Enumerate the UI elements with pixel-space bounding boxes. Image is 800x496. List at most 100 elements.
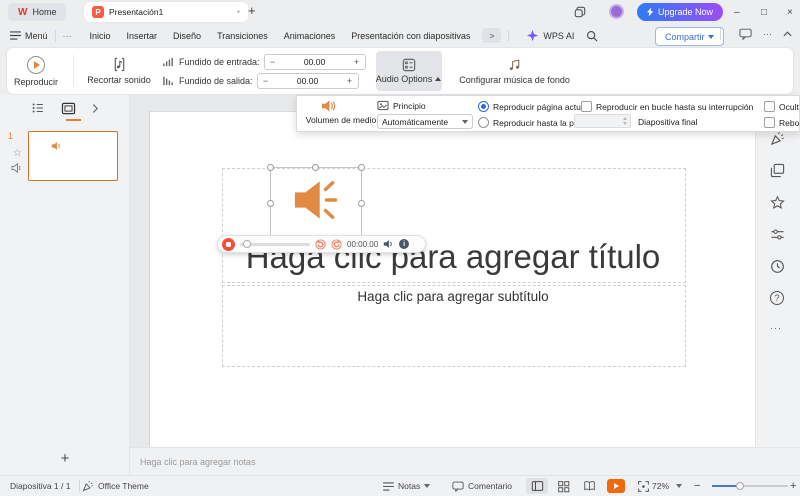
checkbox-icon[interactable]	[581, 101, 592, 112]
tab-animaciones[interactable]: Animaciones	[284, 31, 336, 41]
help-icon[interactable]: ?	[770, 291, 784, 305]
audio-object-icon[interactable]	[291, 179, 337, 221]
player-play-button[interactable]	[222, 238, 235, 251]
checkbox-icon[interactable]	[764, 101, 775, 112]
fade-out-stepper[interactable]: − 00.00 +	[257, 73, 359, 89]
resize-handle[interactable]	[267, 200, 274, 207]
right-sidebar: ? ···	[755, 95, 800, 475]
checkbox-icon[interactable]	[764, 117, 775, 128]
zoom-slider-handle[interactable]	[736, 482, 744, 490]
fade-out-label: Fundido de salida:	[179, 76, 253, 86]
radio-icon[interactable]	[478, 117, 489, 128]
statusbar: Diapositiva 1 / 1 Office Theme Notas Com…	[0, 475, 800, 496]
skip-back-button[interactable]	[315, 239, 326, 250]
fit-slide-button[interactable]	[632, 478, 654, 494]
close-button[interactable]: ×	[787, 0, 793, 24]
slide-audio-indicator-icon	[11, 163, 23, 173]
tab-transiciones[interactable]: Transiciones	[217, 31, 268, 41]
rewind-option[interactable]: Rebobinar	[764, 117, 800, 128]
reading-view-button[interactable]	[578, 478, 600, 494]
zoom-level-button[interactable]: 72%	[652, 476, 682, 496]
theme-button[interactable]: Office Theme	[82, 476, 149, 496]
whats-new-icon[interactable]	[770, 131, 785, 146]
more-icon[interactable]: ···	[770, 323, 782, 333]
notes-toggle-button[interactable]: Notas	[383, 476, 430, 496]
play-until-page-input[interactable]	[574, 114, 631, 128]
skip-forward-button[interactable]	[331, 239, 342, 250]
slideshow-play-button[interactable]	[607, 479, 625, 493]
subtitle-placeholder-text[interactable]: Haga clic para agregar subtítulo	[222, 289, 684, 304]
slide[interactable]: Haga clic para agregar título Haga clic …	[150, 112, 755, 447]
slide-number: 1	[8, 131, 13, 141]
toolbar-more-button[interactable]: ···	[763, 29, 772, 39]
fade-out-increase-button[interactable]: +	[342, 76, 358, 86]
outline-view-icon[interactable]	[31, 101, 45, 115]
radio-selected-icon[interactable]	[478, 101, 489, 112]
settings-sliders-icon[interactable]	[770, 227, 785, 242]
document-tab[interactable]: P Presentación1 ●	[84, 2, 248, 22]
comment-button[interactable]: Comentario	[452, 476, 512, 496]
spinner-up-icon[interactable]	[623, 117, 627, 120]
search-button[interactable]	[586, 30, 598, 42]
player-info-button[interactable]: i	[399, 239, 409, 249]
fade-in-decrease-button[interactable]: −	[265, 57, 281, 67]
fade-out-value[interactable]: 00.00	[274, 76, 342, 86]
comment-icon[interactable]	[739, 28, 752, 40]
maximize-button[interactable]: □	[761, 0, 767, 24]
fade-in-increase-button[interactable]: +	[349, 57, 365, 67]
resize-handle[interactable]	[312, 164, 319, 171]
user-avatar[interactable]	[609, 4, 624, 19]
start-mode-select[interactable]: Automáticamente	[377, 114, 473, 129]
resize-handle[interactable]	[267, 164, 274, 171]
slide-star-icon[interactable]: ☆	[13, 148, 22, 159]
resize-handle[interactable]	[358, 164, 365, 171]
minimize-button[interactable]: –	[734, 0, 740, 24]
home-tab[interactable]: W Home	[8, 3, 66, 21]
loop-option[interactable]: Reproducir en bucle hasta su interrupció…	[581, 101, 753, 112]
fade-out-decrease-button[interactable]: −	[258, 76, 274, 86]
background-music-button[interactable]: Configurar música de fondo	[456, 58, 574, 85]
slide-view-icon[interactable]	[61, 102, 76, 115]
notes-bar[interactable]: Haga clic para agregar notas	[130, 447, 800, 475]
tab-overflow-button[interactable]: >	[482, 28, 501, 43]
seek-handle[interactable]	[243, 240, 251, 248]
zoom-in-button[interactable]: +	[790, 476, 796, 496]
zoom-slider-fill	[712, 485, 739, 487]
player-volume-icon[interactable]	[383, 239, 394, 249]
favorites-star-icon[interactable]	[770, 195, 785, 210]
tab-switcher-icon[interactable]	[574, 6, 586, 18]
audio-options-button[interactable]: Audio Options	[376, 51, 442, 91]
resize-handle[interactable]	[358, 200, 365, 207]
history-clock-icon[interactable]	[770, 259, 785, 274]
slide-library-icon[interactable]	[770, 163, 785, 178]
search-icon	[586, 30, 598, 42]
upgrade-now-button[interactable]: Upgrade Now	[637, 3, 723, 21]
zoom-slider[interactable]	[712, 476, 788, 496]
fade-in-stepper[interactable]: − 00.00 +	[264, 54, 366, 70]
tab-presentacion-con-diapositivas[interactable]: Presentación con diapositivas	[351, 31, 470, 41]
tab-diseno[interactable]: Diseño	[173, 31, 201, 41]
document-title: Presentación1	[109, 7, 232, 17]
add-slide-button[interactable]: +	[0, 450, 130, 467]
audio-options-panel: Volumen de medio Principio Automáticamen…	[296, 95, 800, 132]
main-menu-button[interactable]: Menú	[10, 31, 48, 41]
fade-in-value[interactable]: 00.00	[281, 57, 349, 67]
audio-player-bar[interactable]: 00:00.00 i	[217, 235, 426, 253]
trim-audio-button[interactable]: Recortar sonido	[82, 57, 156, 85]
player-seek-slider[interactable]	[240, 243, 310, 246]
expand-panel-icon[interactable]	[92, 103, 99, 114]
hidden-option[interactable]: Oculto	[764, 101, 800, 112]
play-audio-button[interactable]: Reproducir	[7, 56, 65, 87]
zoom-out-button[interactable]: −	[694, 476, 700, 496]
normal-view-button[interactable]	[526, 478, 548, 494]
collapse-ribbon-icon[interactable]	[783, 31, 792, 37]
slide-sorter-view-button[interactable]	[552, 478, 574, 494]
play-current-option[interactable]: Reproducir página actual	[478, 101, 588, 112]
tab-insertar[interactable]: Insertar	[127, 31, 158, 41]
tab-inicio[interactable]: Inicio	[90, 31, 111, 41]
slide-1-thumbnail[interactable]	[28, 131, 118, 181]
wps-ai-button[interactable]: WPS AI	[526, 29, 574, 42]
new-tab-button[interactable]: +	[248, 3, 256, 18]
menu-more-button[interactable]: ···	[63, 31, 72, 41]
spinner-down-icon[interactable]	[623, 122, 627, 125]
